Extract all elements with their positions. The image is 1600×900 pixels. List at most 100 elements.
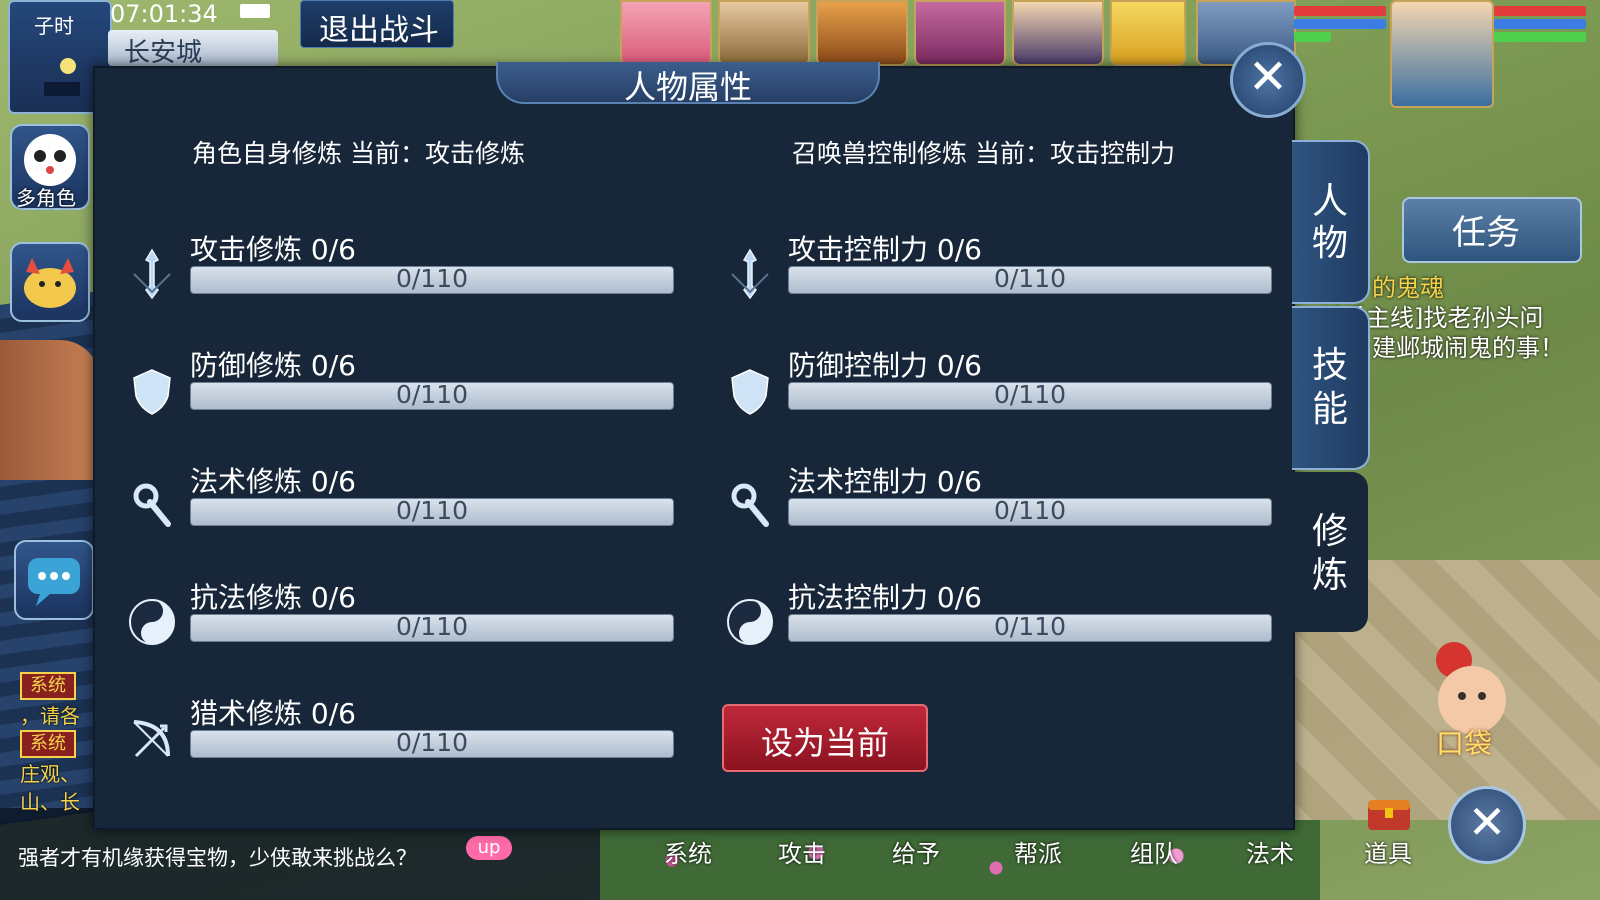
bag-label: 口袋 [1436, 727, 1493, 760]
sword-icon [133, 248, 171, 300]
control-item[interactable]: 攻击控制力 0/6 0/110 [722, 228, 1282, 318]
close-icon: ✕ [1247, 49, 1289, 105]
progress-value: 0/110 [395, 380, 469, 409]
progress-value: 0/110 [993, 496, 1067, 525]
yin-yang-icon [129, 599, 175, 645]
action-team[interactable]: 组队 [1130, 834, 1178, 869]
control-name: 法术控制力 0/6 [788, 465, 982, 498]
pet-control-header: 召唤兽控制修炼 当前：攻击控制力 [792, 139, 1175, 168]
cultivation-name: 法术修炼 0/6 [190, 465, 356, 498]
action-guild[interactable]: 帮派 [1014, 834, 1062, 869]
cultivation-name: 攻击修炼 0/6 [190, 233, 356, 266]
progress-value: 0/110 [993, 264, 1067, 293]
progress-value: 0/110 [395, 612, 469, 641]
tab-skills-label-2: 能 [1311, 389, 1348, 430]
cultivation-item[interactable]: 抗法修炼 0/6 0/110 [124, 576, 684, 666]
tab-cultivation[interactable]: 修 炼 [1292, 472, 1368, 632]
dialog-close-button[interactable]: ✕ [1230, 42, 1306, 118]
progress-bar: 0/110 [190, 496, 674, 526]
exit-battle-button[interactable]: 退出战斗 [300, 0, 454, 48]
staff-icon [731, 483, 769, 527]
tab-character-label-1: 人 [1311, 181, 1348, 222]
control-name: 抗法控制力 0/6 [788, 581, 982, 614]
tab-character[interactable]: 人 物 [1292, 140, 1370, 304]
control-name: 攻击控制力 0/6 [788, 233, 982, 266]
party-avatar-4[interactable] [914, 0, 1006, 66]
cultivation-name: 防御修炼 0/6 [190, 349, 356, 382]
chat-button[interactable] [14, 540, 94, 620]
task-button[interactable]: 任务 [1402, 197, 1582, 263]
pet-status-bars [1294, 6, 1386, 45]
quest-line-3[interactable]: 建邺城闹鬼的事！ [1372, 328, 1564, 363]
set-current-label: 设为当前 [760, 724, 889, 762]
cultivation-item[interactable]: 攻击修炼 0/6 0/110 [124, 228, 684, 318]
sword-icon [731, 248, 769, 300]
chat-line-3: 山、长 [20, 790, 80, 814]
multi-role-label: 多角色 [16, 186, 76, 210]
progress-bar: 0/110 [190, 264, 674, 294]
dialog-title: 人物属性 [623, 68, 752, 106]
party-avatar-2[interactable] [718, 0, 810, 66]
city-location[interactable]: 长安城 [108, 30, 278, 68]
control-item[interactable]: 防御控制力 0/6 0/110 [722, 344, 1282, 434]
pet-avatar[interactable] [1110, 0, 1186, 66]
cultivation-item[interactable]: 猎术修炼 0/6 0/110 [124, 692, 684, 782]
set-current-button[interactable]: 设为当前 [722, 704, 928, 772]
shield-icon [731, 369, 769, 415]
system-tag: 系统 [20, 730, 76, 758]
player-exp-bar [1494, 32, 1586, 42]
dialog-title-bar: 人物属性 [496, 62, 880, 106]
close-icon: ✕ [1467, 795, 1507, 849]
cultivation-item[interactable]: 防御修炼 0/6 0/110 [124, 344, 684, 434]
tab-skills[interactable]: 技 能 [1292, 306, 1370, 470]
action-items[interactable]: 道具 [1364, 834, 1412, 869]
mp-bar [1294, 19, 1386, 29]
staff-icon [133, 483, 171, 527]
control-item[interactable]: 抗法控制力 0/6 0/110 [722, 576, 1282, 666]
progress-value: 0/110 [993, 612, 1067, 641]
night-sky-icon [44, 58, 80, 96]
progress-bar: 0/110 [788, 496, 1272, 526]
pet-avatar-icon [24, 258, 76, 308]
progress-bar: 0/110 [788, 612, 1272, 642]
tab-character-label-2: 物 [1311, 223, 1348, 264]
tab-skills-label-1: 技 [1311, 345, 1348, 386]
chat-line-1: ，请各 [20, 704, 80, 728]
control-item[interactable]: 法术控制力 0/6 0/110 [722, 460, 1282, 550]
battery-icon [240, 4, 270, 18]
control-name: 防御控制力 0/6 [788, 349, 982, 382]
action-spell[interactable]: 法术 [1246, 834, 1294, 869]
building-eave [0, 340, 100, 480]
progress-bar: 0/110 [190, 380, 674, 410]
clock-text: 07:01:34 [110, 0, 218, 28]
cultivation-name: 抗法修炼 0/6 [190, 581, 356, 614]
action-system[interactable]: 系统 [664, 834, 712, 869]
progress-value: 0/110 [395, 728, 469, 757]
progress-value: 0/110 [993, 380, 1067, 409]
chat-bubble-icon [28, 558, 80, 606]
progress-bar: 0/110 [190, 612, 674, 642]
party-avatar-3[interactable] [816, 0, 908, 66]
self-cultivation-header: 角色自身修炼 当前：攻击修炼 [192, 139, 525, 168]
party-avatar-5[interactable] [1012, 0, 1104, 66]
bow-icon [133, 720, 170, 758]
close-menu-button[interactable]: ✕ [1448, 786, 1526, 864]
cultivation-name: 猎术修炼 0/6 [190, 697, 356, 730]
progress-value: 0/110 [395, 264, 469, 293]
exp-bar [1294, 32, 1331, 42]
progress-bar: 0/110 [788, 264, 1272, 294]
cultivation-item[interactable]: 法术修炼 0/6 0/110 [124, 460, 684, 550]
party-avatar-1[interactable] [620, 0, 712, 66]
chat-line-2: 庄观、 [20, 762, 80, 786]
player-mp-bar [1494, 19, 1586, 29]
progress-value: 0/110 [395, 496, 469, 525]
up-badge[interactable]: up [466, 836, 512, 860]
action-attack[interactable]: 攻击 [778, 834, 826, 869]
tab-cultivation-label-1: 修 [1311, 511, 1348, 552]
progress-bar: 0/110 [788, 380, 1272, 410]
pet-button[interactable] [10, 242, 90, 322]
treasure-chest-icon[interactable] [1364, 790, 1414, 834]
player-status-bars [1494, 6, 1586, 45]
player-portrait[interactable] [1390, 0, 1494, 108]
action-give[interactable]: 给予 [892, 834, 940, 869]
